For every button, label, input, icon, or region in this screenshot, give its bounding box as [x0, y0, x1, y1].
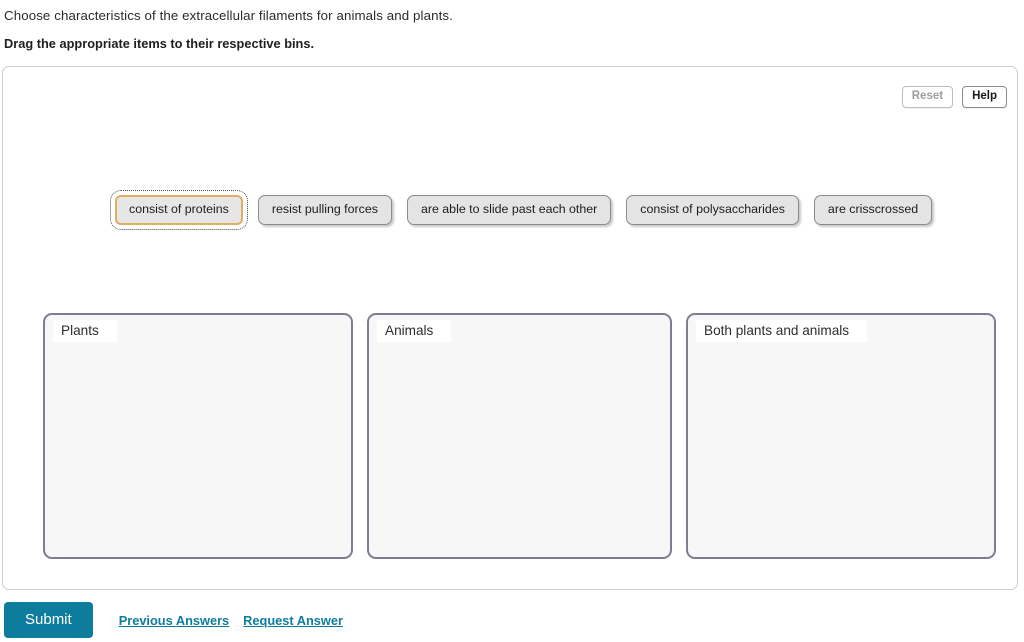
drag-item-resist-pulling-forces[interactable]: resist pulling forces	[257, 195, 392, 225]
previous-answers-link[interactable]: Previous Answers	[119, 613, 229, 628]
drag-drop-activity-panel: Reset Help consist of proteins resist pu…	[2, 66, 1018, 590]
bin-animals[interactable]: Animals	[367, 313, 672, 559]
help-button[interactable]: Help	[962, 86, 1007, 108]
drag-item-are-crisscrossed[interactable]: are crisscrossed	[813, 195, 933, 225]
prompt-section: Choose characteristics of the extracellu…	[0, 0, 1024, 52]
submit-button[interactable]: Submit	[4, 602, 93, 638]
bin-animals-dropzone[interactable]	[369, 315, 670, 557]
bin-both-plants-and-animals[interactable]: Both plants and animals	[686, 313, 996, 559]
footer-links: Previous Answers Request Answer	[119, 613, 343, 628]
bin-plants-label: Plants	[53, 320, 117, 342]
panel-toolbar: Reset Help	[901, 86, 1007, 108]
drag-item-are-able-to-slide-past-each-other[interactable]: are able to slide past each other	[406, 195, 612, 225]
instruction-text: Drag the appropriate items to their resp…	[4, 36, 315, 51]
drag-item-consist-of-proteins[interactable]: consist of proteins	[110, 190, 248, 230]
drag-item-consist-of-polysaccharides[interactable]: consist of polysaccharides	[626, 195, 799, 225]
bin-both-label: Both plants and animals	[696, 320, 868, 342]
bin-plants[interactable]: Plants	[43, 313, 353, 559]
reset-button[interactable]: Reset	[901, 86, 954, 108]
request-answer-link[interactable]: Request Answer	[243, 613, 343, 628]
footer-actions: Submit Previous Answers Request Answer	[4, 602, 343, 638]
bin-animals-label: Animals	[377, 320, 452, 342]
question-text: Choose characteristics of the extracellu…	[4, 8, 453, 23]
bin-plants-dropzone[interactable]	[45, 315, 351, 557]
bins-row: Plants Animals Both plants and animals	[43, 313, 996, 559]
bin-both-dropzone[interactable]	[688, 315, 994, 557]
draggable-items-row: consist of proteins resist pulling force…	[110, 190, 933, 230]
